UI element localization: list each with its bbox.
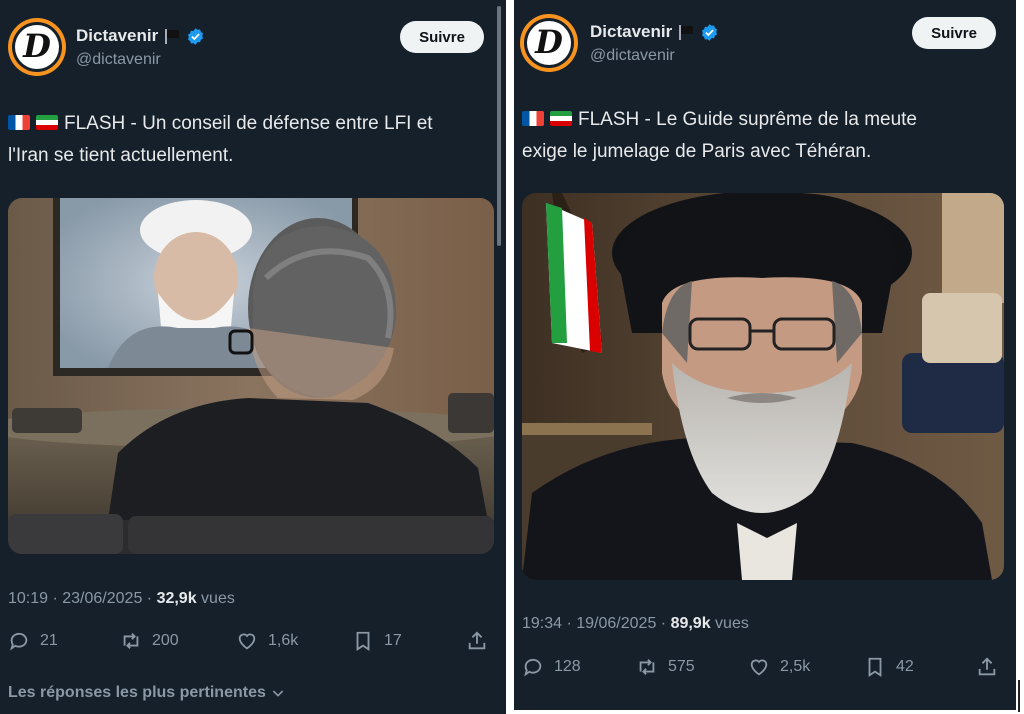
author-name[interactable]: Dictavenir [590, 22, 672, 42]
black-flag-icon [164, 29, 180, 44]
author-handle[interactable]: @dictavenir [76, 51, 161, 69]
avatar[interactable]: D [520, 14, 578, 72]
scrollbar[interactable] [497, 6, 501, 246]
avatar-letter: D [23, 27, 51, 65]
reply-count: 128 [554, 658, 581, 675]
repost-count: 200 [152, 632, 179, 649]
like-count: 1,6k [268, 632, 299, 649]
like-button[interactable]: 1,6k [236, 630, 298, 652]
flag-france-icon [522, 111, 544, 126]
author-handle[interactable]: @dictavenir [590, 47, 675, 65]
share-icon [468, 631, 486, 650]
avatar-letter: D [535, 23, 563, 61]
bookmark-count: 42 [896, 658, 914, 675]
bookmark-icon [868, 657, 882, 677]
divider [1018, 680, 1020, 712]
reply-count: 21 [40, 632, 58, 649]
repost-button[interactable]: 575 [636, 656, 695, 678]
bookmark-icon [356, 631, 370, 651]
verified-icon [188, 27, 204, 45]
share-button[interactable] [976, 656, 998, 678]
tweet-text: FLASH - Un conseil de défense entre LFI … [8, 108, 500, 172]
follow-button[interactable]: Suivre [912, 17, 996, 49]
author-name-row: Dictavenir [590, 22, 719, 42]
share-icon [978, 657, 996, 676]
tweet-image[interactable] [522, 193, 1004, 580]
tweet-text-line-2: l'Iran se tient actuellement. [8, 145, 234, 166]
reply-button[interactable]: 21 [8, 630, 58, 652]
reply-icon [10, 632, 28, 651]
bookmark-button[interactable]: 17 [352, 630, 402, 652]
like-icon [750, 659, 768, 676]
like-icon [238, 633, 256, 650]
share-button[interactable] [466, 630, 488, 652]
tweet-image[interactable] [8, 198, 494, 554]
tweet-left: D Dictavenir @dictavenir Suivre FLASH - … [0, 0, 506, 714]
author-name-row: Dictavenir [76, 26, 205, 46]
repost-count: 575 [668, 658, 695, 675]
chevron-down-icon [272, 690, 284, 697]
tweet-meta: 19:34 · 19/06/2025 · 89,9k vues [522, 615, 749, 633]
replies-sort-dropdown[interactable]: Les réponses les plus pertinentes [8, 684, 286, 702]
avatar[interactable]: D [8, 18, 66, 76]
tweet-timestamp[interactable]: 10:19 · 23/06/2025 · [8, 590, 157, 607]
views-label: vues [710, 615, 749, 632]
bookmark-button[interactable]: 42 [864, 656, 914, 678]
tweet-text-line-1: FLASH - Un conseil de défense entre LFI … [64, 113, 433, 134]
reply-icon [524, 658, 542, 677]
views-count: 89,9k [670, 615, 711, 632]
repost-icon [123, 633, 139, 649]
tweet-timestamp[interactable]: 19:34 · 19/06/2025 · [522, 615, 671, 632]
flag-iran-icon [36, 115, 58, 130]
like-button[interactable]: 2,5k [748, 656, 810, 678]
repost-icon [639, 659, 655, 675]
tweet-text-line-2: exige le jumelage de Paris avec Téhéran. [522, 141, 872, 162]
tweet-right: D Dictavenir @dictavenir Suivre FLASH - … [514, 0, 1016, 710]
replies-sort-label: Les réponses les plus pertinentes [8, 684, 266, 701]
tweet-text-line-1: FLASH - Le Guide suprême de la meute [578, 109, 918, 130]
tweet-meta: 10:19 · 23/06/2025 · 32,9k vues [8, 590, 235, 608]
repost-button[interactable]: 200 [120, 630, 179, 652]
verified-icon [702, 23, 718, 41]
flag-france-icon [8, 115, 30, 130]
black-flag-icon [678, 25, 694, 40]
bookmark-count: 17 [384, 632, 402, 649]
views-count: 32,9k [156, 590, 197, 607]
flag-iran-icon [550, 111, 572, 126]
views-label: vues [196, 590, 235, 607]
like-count: 2,5k [780, 658, 811, 675]
tweet-text: FLASH - Le Guide suprême de la meute exi… [522, 104, 1010, 168]
author-name[interactable]: Dictavenir [76, 26, 158, 46]
follow-button[interactable]: Suivre [400, 21, 484, 53]
reply-button[interactable]: 128 [522, 656, 581, 678]
